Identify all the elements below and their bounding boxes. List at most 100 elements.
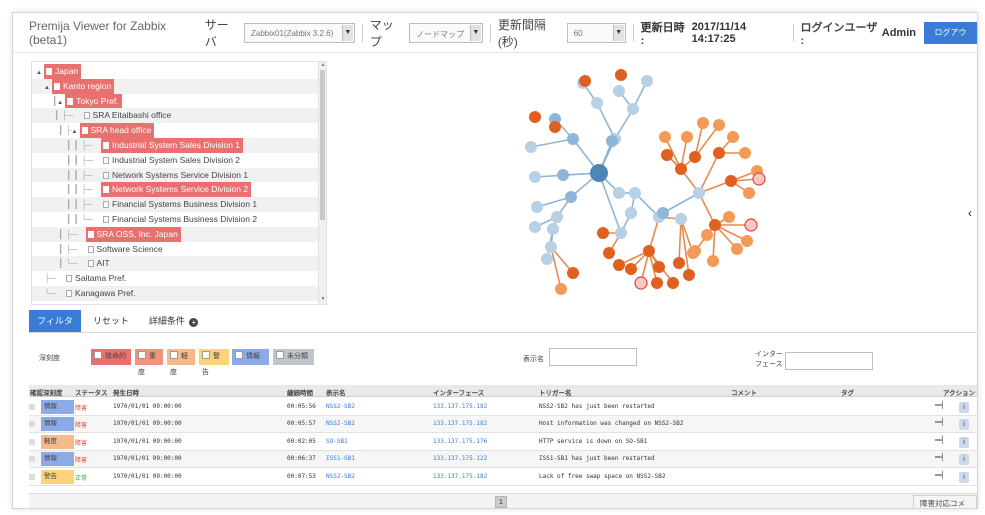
graph-hub-node[interactable] [590,164,608,182]
host-link[interactable]: SO-SB1 [326,438,348,445]
incident-comment-button[interactable]: 障害対応コメント [913,495,977,508]
checkbox[interactable] [138,351,146,359]
tree-row[interactable]: ▲ Kansai region [32,301,318,304]
graph-node[interactable] [529,111,541,123]
scroll-down-icon[interactable]: ▼ [319,296,326,304]
checkbox[interactable] [202,351,210,359]
graph-node[interactable] [723,211,735,223]
graph-node[interactable] [727,131,739,143]
graph-node[interactable] [701,229,713,241]
graph-node[interactable] [567,133,579,145]
action-icon[interactable]: ═╡ [935,402,945,409]
tree-row[interactable]: ┃ ┃ ├─ Industrial System Sales Division 2 [32,153,318,168]
tree-row[interactable]: ┃ ┃ └─ Financial Systems Business Divisio… [32,212,318,227]
tree-row[interactable]: ┃ ┃ ├─ Network Systems Service Division 1 [32,167,318,183]
graph-node[interactable] [651,277,663,289]
table-row[interactable]: 警告 正常 1970/01/01 09:00:00 00:07:53 NSS2-SB2 1… [29,469,977,486]
tree-node[interactable]: Software Science [86,242,166,257]
graph-node[interactable] [643,245,655,257]
details-conditions-button[interactable]: 詳細条件 + [141,310,207,332]
interface-link[interactable]: 133.137.175.122 [433,455,487,462]
tree-node[interactable]: Saitama Pref. [64,271,130,286]
graph-node[interactable] [744,218,758,232]
server-select[interactable]: Zabbix01(Zabbix 3.2.6) ▼ [244,22,355,43]
graph-node[interactable] [555,283,567,295]
tab-filter[interactable]: フィルタ [29,310,81,332]
tree-scrollbar[interactable]: ▲ ▼ [318,62,326,304]
graph-node[interactable] [613,187,625,199]
graph-node[interactable] [627,103,639,115]
tree-node[interactable]: SRA head office [79,123,155,138]
tree-node[interactable]: Japan [44,64,82,79]
checkbox[interactable] [94,351,102,359]
column-header[interactable]: トリガー名 [539,387,572,397]
graph-node[interactable] [713,119,725,131]
expand-toggle-icon[interactable]: ▲ [36,303,44,304]
row-checkbox[interactable] [29,404,35,410]
tree-row[interactable]: ┃ └─ AIT [32,256,318,272]
tree-row[interactable]: ┃ ├─ SRA OSS, Inc. Japan [32,226,318,242]
graph-node[interactable] [567,267,579,279]
graph-node[interactable] [591,97,603,109]
tree-row[interactable]: ┃▲ Tokyo Pref. [32,93,318,111]
graph-node[interactable] [547,223,559,235]
graph-node[interactable] [709,219,721,231]
logout-button[interactable]: ログアウト [923,21,977,59]
chevron-left-icon[interactable]: ‹ [968,206,972,220]
graph-node[interactable] [673,257,685,269]
tree-node[interactable]: Industrial System Sales Division 1 [101,138,244,153]
row-checkbox[interactable] [29,456,35,463]
row-checkbox[interactable] [29,421,35,428]
expand-toggle-icon[interactable]: ▲ [44,81,52,96]
graph-node[interactable] [603,247,615,259]
map-select[interactable]: ノードマップ ▼ [409,22,483,43]
column-header[interactable]: ステータス [75,387,108,397]
graph-node[interactable] [661,149,673,161]
graph-node[interactable] [641,75,653,87]
action-icon[interactable]: ═╡ [935,454,945,461]
graph-node[interactable] [579,75,591,87]
column-header[interactable]: インターフェース [433,387,484,397]
severity-filter-chip[interactable]: 警告 [199,349,229,376]
column-header[interactable]: 継続時間 [287,387,313,397]
graph-node[interactable] [743,187,755,199]
tree-row[interactable]: ▲ Japan [32,64,318,79]
graph-node[interactable] [741,235,753,247]
graph-node[interactable] [551,211,563,223]
graph-node[interactable] [739,147,751,159]
graph-node[interactable] [752,172,766,186]
graph-node[interactable] [634,276,648,290]
graph-node[interactable] [541,253,553,265]
host-link[interactable]: NSS2-SB2 [326,473,355,480]
graph-node[interactable] [549,121,561,133]
graph-node[interactable] [683,269,695,281]
graph-node[interactable] [529,221,541,233]
interface-link[interactable]: 133.137.175.176 [433,438,487,445]
severity-filter-chip[interactable]: 情報 [232,349,269,365]
graph-node[interactable] [529,171,541,183]
graph-node[interactable] [625,263,637,275]
reset-button[interactable]: リセット [85,310,137,332]
checkbox[interactable] [170,351,178,359]
tree-node[interactable]: Kanto region [52,78,115,94]
graph-node[interactable] [653,261,665,273]
info-icon[interactable]: i [959,402,969,413]
info-icon[interactable]: i [959,471,969,483]
graph-node[interactable] [606,135,618,147]
severity-filter-chip[interactable]: 未分類 [273,349,314,365]
expand-toggle-icon[interactable]: ▲ [57,96,65,111]
node-map-graph[interactable] [491,53,791,303]
tree-node[interactable]: AIT [86,256,113,271]
checkbox[interactable] [235,351,243,359]
severity-filter-chip[interactable]: 軽度 [167,349,195,376]
graph-node[interactable] [707,255,719,267]
expand-toggle-icon[interactable]: ▲ [72,125,80,140]
graph-node[interactable] [613,85,625,97]
tree-node[interactable]: SRA OSS, Inc. Japan [85,226,181,242]
host-link[interactable]: ISS1-SB1 [326,455,355,462]
severity-filter-chip[interactable]: 致命的 [91,349,131,365]
tree-row[interactable]: ┃ ├─ Software Science [32,242,318,257]
tree-row[interactable]: └─ Kanagawa Pref. [32,286,318,301]
graph-node[interactable] [615,69,627,81]
tree-node[interactable]: Financial Systems Business Division 1 [101,197,260,212]
